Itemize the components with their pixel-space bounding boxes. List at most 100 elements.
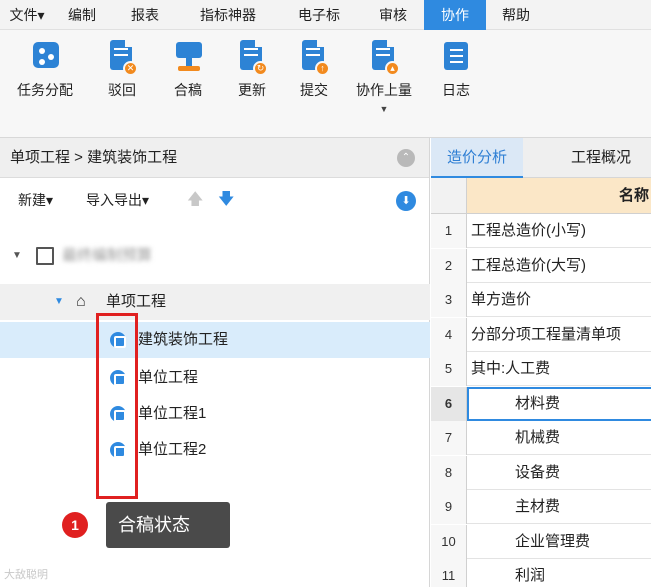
row-number: 5 xyxy=(431,352,467,386)
expand-root-icon[interactable]: ▼ xyxy=(12,238,22,274)
table-row[interactable]: 4 分部分项工程量清单项 xyxy=(431,317,651,352)
row-number: 2 xyxy=(431,248,467,283)
reject-label: 驳回 xyxy=(108,82,136,98)
reject-icon: ✕ xyxy=(108,40,138,76)
row-number-header xyxy=(431,178,467,214)
table-row[interactable]: 9 主材费 xyxy=(431,490,651,524)
row-number: 11 xyxy=(431,559,467,587)
table-row[interactable]: 3 单方造价 xyxy=(431,283,651,317)
tree-item-unit-2[interactable]: 单位工程2 xyxy=(0,432,430,468)
merge-label: 合稿 xyxy=(174,82,202,98)
table-row[interactable]: 8 设备费 xyxy=(431,455,651,490)
reject-button[interactable]: ✕ 驳回 xyxy=(100,40,144,120)
task-assign-label: 任务分配 xyxy=(17,82,73,98)
collapse-icon[interactable]: ⌃ xyxy=(397,149,415,167)
row-name: 单方造价 xyxy=(471,291,532,308)
tab-project-overview[interactable]: 工程概况 xyxy=(551,138,651,178)
row-number: 3 xyxy=(431,283,467,317)
expand-group-icon[interactable]: ▼ xyxy=(54,284,64,320)
tree-item-label: 单位工程2 xyxy=(138,441,207,458)
row-name: 设备费 xyxy=(515,463,561,481)
task-assign-icon xyxy=(31,40,59,74)
name-column-header[interactable]: 名称 xyxy=(467,178,651,214)
table-row[interactable]: 7 机械费 xyxy=(431,421,651,455)
row-name: 工程总造价(小写) xyxy=(471,222,586,239)
tree-item-label: 单位工程1 xyxy=(138,405,207,422)
move-up-icon[interactable]: 🡅 xyxy=(187,188,203,215)
callout-number: 1 xyxy=(62,512,88,538)
download-icon[interactable]: ⬇ xyxy=(396,191,416,211)
table-row[interactable]: 6 材料费 xyxy=(431,386,651,421)
row-number: 7 xyxy=(431,421,467,455)
tree-item-building-decoration[interactable]: 建筑装饰工程 xyxy=(0,322,430,358)
row-number: 6 xyxy=(431,386,467,421)
table-row[interactable]: 11 利润 xyxy=(431,559,651,587)
task-assign-button[interactable]: 任务分配 xyxy=(12,40,78,120)
collab-upload-label: 协作上量 xyxy=(356,82,412,98)
import-export-button[interactable]: 导入导出▾ xyxy=(86,190,149,210)
row-name: 分部分项工程量清单项 xyxy=(471,325,622,343)
row-name: 主材费 xyxy=(515,498,561,515)
menu-file[interactable]: 文件▾ xyxy=(0,0,54,30)
collab-upload-dropdown-icon[interactable]: ▼ xyxy=(346,104,422,114)
table-row[interactable]: 5 其中:人工费 xyxy=(431,352,651,386)
row-name: 工程总造价(大写) xyxy=(471,256,586,274)
menu-edit[interactable]: 编制 xyxy=(54,0,110,30)
breadcrumb: 单项工程 > 建筑装饰工程 ⌃ xyxy=(0,138,429,178)
collab-upload-button[interactable]: ▴ 协作上量 ▼ xyxy=(346,40,422,120)
tree-item-unit-1[interactable]: 单位工程1 xyxy=(0,396,430,432)
row-number: 10 xyxy=(431,524,467,559)
row-name: 机械费 xyxy=(515,429,561,446)
tree-item-label: 单位工程 xyxy=(138,369,199,386)
submit-icon: ↑ xyxy=(300,40,330,76)
menu-audit[interactable]: 审核 xyxy=(362,0,424,30)
tree-toolbar: 新建▾ 导入导出▾ 🡅 🡇 ⬇ xyxy=(0,178,429,220)
table-row[interactable]: 1 工程总造价(小写) xyxy=(431,214,651,248)
update-label: 更新 xyxy=(238,82,266,98)
submit-button[interactable]: ↑ 提交 xyxy=(292,40,336,120)
menu-help[interactable]: 帮助 xyxy=(486,0,546,30)
menu-report[interactable]: 报表 xyxy=(110,0,180,30)
merge-button[interactable]: 合稿 xyxy=(166,40,210,120)
tree-root-label: 最终编制预算 xyxy=(62,247,153,264)
move-down-icon[interactable]: 🡇 xyxy=(218,188,234,215)
row-number: 8 xyxy=(431,455,467,490)
row-name: 企业管理费 xyxy=(515,532,591,550)
row-name: 材料费 xyxy=(515,394,561,412)
update-button[interactable]: ↻ 更新 xyxy=(230,40,274,120)
breadcrumb-text: 单项工程 > 建筑装饰工程 xyxy=(10,149,178,166)
tree-item-label: 建筑装饰工程 xyxy=(138,331,229,348)
tree-group[interactable]: ▼ ⌂ 单项工程 xyxy=(0,284,430,320)
table-row[interactable]: 2 工程总造价(大写) xyxy=(431,248,651,283)
row-name: 其中:人工费 xyxy=(471,360,551,377)
row-name: 利润 xyxy=(515,567,546,584)
watermark: 大敌聪明 xyxy=(4,569,48,581)
menu-index-tool[interactable]: 指标神器 xyxy=(180,0,276,30)
home-icon: ⌂ xyxy=(76,293,86,310)
row-number: 1 xyxy=(431,214,467,248)
row-number: 9 xyxy=(431,490,467,524)
menu-collaborate[interactable]: 协作 xyxy=(424,0,486,30)
building-icon xyxy=(36,247,54,265)
row-number: 4 xyxy=(431,317,467,352)
collab-upload-icon: ▴ xyxy=(370,40,400,76)
log-label: 日志 xyxy=(442,82,470,98)
menu-e-bid[interactable]: 电子标 xyxy=(276,0,362,30)
tab-bar: 造价分析 工程概况 xyxy=(431,138,651,178)
table-row[interactable]: 10 企业管理费 xyxy=(431,524,651,559)
merge-icon xyxy=(174,40,202,74)
callout-label: 合稿状态 xyxy=(106,502,230,548)
new-button[interactable]: 新建▾ xyxy=(18,190,53,210)
tree-item-unit[interactable]: 单位工程 xyxy=(0,360,430,396)
highlight-box xyxy=(96,313,138,499)
update-icon: ↻ xyxy=(238,40,268,76)
submit-label: 提交 xyxy=(300,82,328,98)
ribbon: 任务分配 ✕ 驳回 合稿 ↻ 更新 ↑ 提交 ▴ 协作上量 ▼ 日志 xyxy=(0,30,651,138)
tab-cost-analysis[interactable]: 造价分析 xyxy=(431,138,523,178)
menu-bar: 文件▾ 编制 报表 指标神器 电子标 审核 协作 帮助 xyxy=(0,0,651,30)
log-icon xyxy=(442,40,470,74)
log-button[interactable]: 日志 xyxy=(436,40,476,120)
table-header: 名称 xyxy=(431,178,651,214)
cost-analysis-panel: 造价分析 工程概况 名称 1 工程总造价(小写) 2 工程总造价(大写) 3 单方造价 4 分… xyxy=(431,138,651,587)
tree-root[interactable]: ▼ 最终编制预算 xyxy=(0,238,430,274)
